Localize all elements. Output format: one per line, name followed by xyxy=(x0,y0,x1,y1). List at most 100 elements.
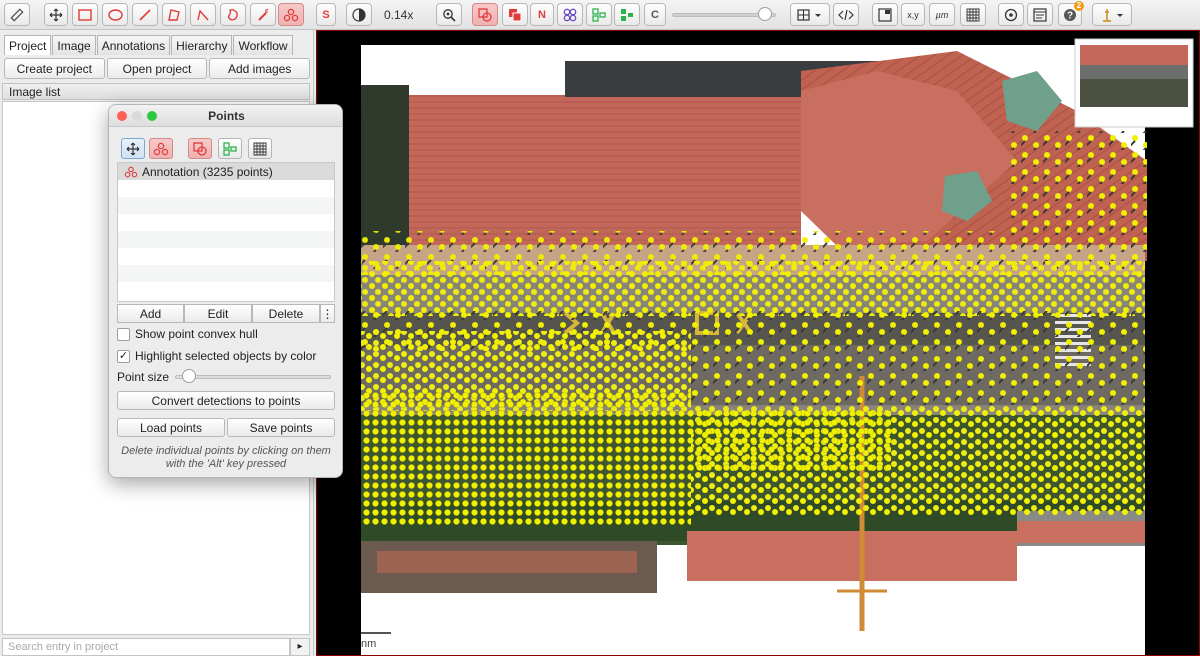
points-list-buttons: Add Edit Delete ⋮ xyxy=(117,304,335,323)
script-editor-button[interactable] xyxy=(833,3,859,26)
empty-row xyxy=(118,197,334,214)
tab-image[interactable]: Image xyxy=(52,35,96,55)
more-options-button[interactable]: ⋮ xyxy=(320,304,335,323)
point-size-label: Point size xyxy=(117,370,170,384)
empty-row xyxy=(118,248,334,265)
zoom-to-fit-button[interactable] xyxy=(436,3,462,26)
convex-hull-checkbox-row[interactable]: Show point convex hull xyxy=(117,327,258,341)
tab-hierarchy[interactable]: Hierarchy xyxy=(171,35,233,55)
delete-button[interactable]: Delete xyxy=(252,304,320,323)
show-grid-button[interactable] xyxy=(248,138,272,159)
search-input[interactable] xyxy=(2,638,290,656)
polygon-icon xyxy=(168,8,180,21)
points-window: Points Annotation (3235 points) Add Edit… xyxy=(108,104,343,478)
empty-row xyxy=(118,282,334,299)
show-detections-button[interactable] xyxy=(218,138,242,159)
tab-workflow[interactable]: Workflow xyxy=(233,35,293,55)
move-tool-button[interactable] xyxy=(121,138,145,159)
points-icon xyxy=(153,142,169,155)
preferences-button[interactable] xyxy=(998,3,1024,26)
show-overview-button[interactable] xyxy=(872,3,898,26)
wand-icon xyxy=(258,8,269,21)
edit-button[interactable]: Edit xyxy=(184,304,252,323)
points-icon xyxy=(283,8,299,21)
show-location-button[interactable]: x,y xyxy=(901,3,925,26)
contrast-icon xyxy=(352,7,366,22)
open-project-button[interactable]: Open project xyxy=(106,58,208,79)
load-points-button[interactable]: Load points xyxy=(117,418,225,437)
ruler-icon xyxy=(10,7,24,22)
ellipse-tool-button[interactable] xyxy=(102,3,128,26)
measure-tool-button[interactable] xyxy=(4,3,30,26)
add-images-button[interactable]: Add images xyxy=(209,58,311,79)
grid-dropdown-icon xyxy=(797,8,821,21)
tab-annotations[interactable]: Annotations xyxy=(96,35,171,55)
highlight-checkbox-row[interactable]: ✓ Highlight selected objects by color xyxy=(117,349,316,363)
empty-row xyxy=(118,180,334,197)
line-tool-button[interactable] xyxy=(132,3,158,26)
zoom-icon xyxy=(443,8,456,22)
fill-detections-icon xyxy=(621,8,633,21)
create-project-button[interactable]: Create project xyxy=(4,58,105,79)
fill-annotations-icon xyxy=(509,8,522,21)
show-annotations-button[interactable] xyxy=(188,138,212,159)
show-connections-button[interactable]: C xyxy=(644,3,666,26)
code-icon xyxy=(838,9,854,20)
overview-icon xyxy=(878,7,892,22)
selection-mode-button[interactable]: S xyxy=(316,3,336,26)
show-annotations-button[interactable] xyxy=(472,3,498,26)
left-panel-tabs: Project Image Annotations Hierarchy Work… xyxy=(4,35,294,55)
move-tool-button[interactable] xyxy=(44,3,68,26)
save-points-button[interactable]: Save points xyxy=(227,418,335,437)
fill-detections-button[interactable] xyxy=(614,3,640,26)
convert-detections-button[interactable]: Convert detections to points xyxy=(117,391,335,410)
points-window-title: Points xyxy=(208,109,245,123)
points-list[interactable]: Annotation (3235 points) xyxy=(117,162,335,302)
project-buttons: Create project Open project Add images xyxy=(4,58,311,79)
show-scalebar-button[interactable]: µm xyxy=(929,3,955,26)
tab-project[interactable]: Project xyxy=(4,35,52,55)
main-toolbar: S 0.14x N C x,y µm ? 2 xyxy=(0,0,1200,30)
rectangle-tool-button[interactable] xyxy=(72,3,98,26)
notification-badge: 2 xyxy=(1074,1,1084,11)
show-detections-button[interactable] xyxy=(586,3,612,26)
show-tma-grid-button[interactable] xyxy=(557,3,583,26)
points-window-titlebar[interactable]: Points xyxy=(109,105,342,127)
empty-row xyxy=(118,265,334,282)
move-icon xyxy=(126,142,140,155)
show-counting-grid-button[interactable] xyxy=(960,3,986,26)
image-viewer[interactable]: nm xyxy=(316,30,1200,656)
aerial-image xyxy=(361,38,1194,655)
highlight-selected-checkbox[interactable]: ✓ xyxy=(117,349,130,363)
grid-icon xyxy=(253,142,267,155)
opacity-slider-knob[interactable] xyxy=(758,7,772,21)
log-icon xyxy=(1033,7,1047,22)
list-item[interactable]: Annotation (3235 points) xyxy=(118,163,334,180)
log-viewer-button[interactable] xyxy=(1027,3,1053,26)
polyline-tool-button[interactable] xyxy=(190,3,216,26)
brightness-contrast-button[interactable] xyxy=(346,3,372,26)
empty-row xyxy=(118,231,334,248)
extensions-menu-button[interactable] xyxy=(1092,3,1132,26)
annotations-icon xyxy=(193,141,207,156)
points-icon xyxy=(124,166,138,177)
search-options-button[interactable]: ▸ xyxy=(290,638,310,656)
point-size-slider-knob[interactable] xyxy=(182,369,196,383)
brush-icon xyxy=(227,8,238,20)
fill-annotations-button[interactable] xyxy=(502,3,528,26)
show-names-button[interactable]: N xyxy=(530,3,554,26)
polyline-icon xyxy=(197,9,209,20)
scale-bar-label: nm xyxy=(361,638,377,650)
move-icon xyxy=(49,8,63,21)
convex-hull-checkbox[interactable] xyxy=(117,327,130,341)
wand-tool-button[interactable] xyxy=(250,3,276,26)
ellipse-icon xyxy=(107,8,123,21)
points-tool-button[interactable] xyxy=(278,3,304,26)
brush-tool-button[interactable] xyxy=(220,3,246,26)
points-tool-button[interactable] xyxy=(149,138,173,159)
points-hint-text: Delete individual points by clicking on … xyxy=(121,445,331,470)
point-size-slider-track[interactable] xyxy=(175,375,331,379)
add-button[interactable]: Add xyxy=(117,304,184,323)
polygon-tool-button[interactable] xyxy=(162,3,186,26)
grid-options-button[interactable] xyxy=(790,3,830,26)
